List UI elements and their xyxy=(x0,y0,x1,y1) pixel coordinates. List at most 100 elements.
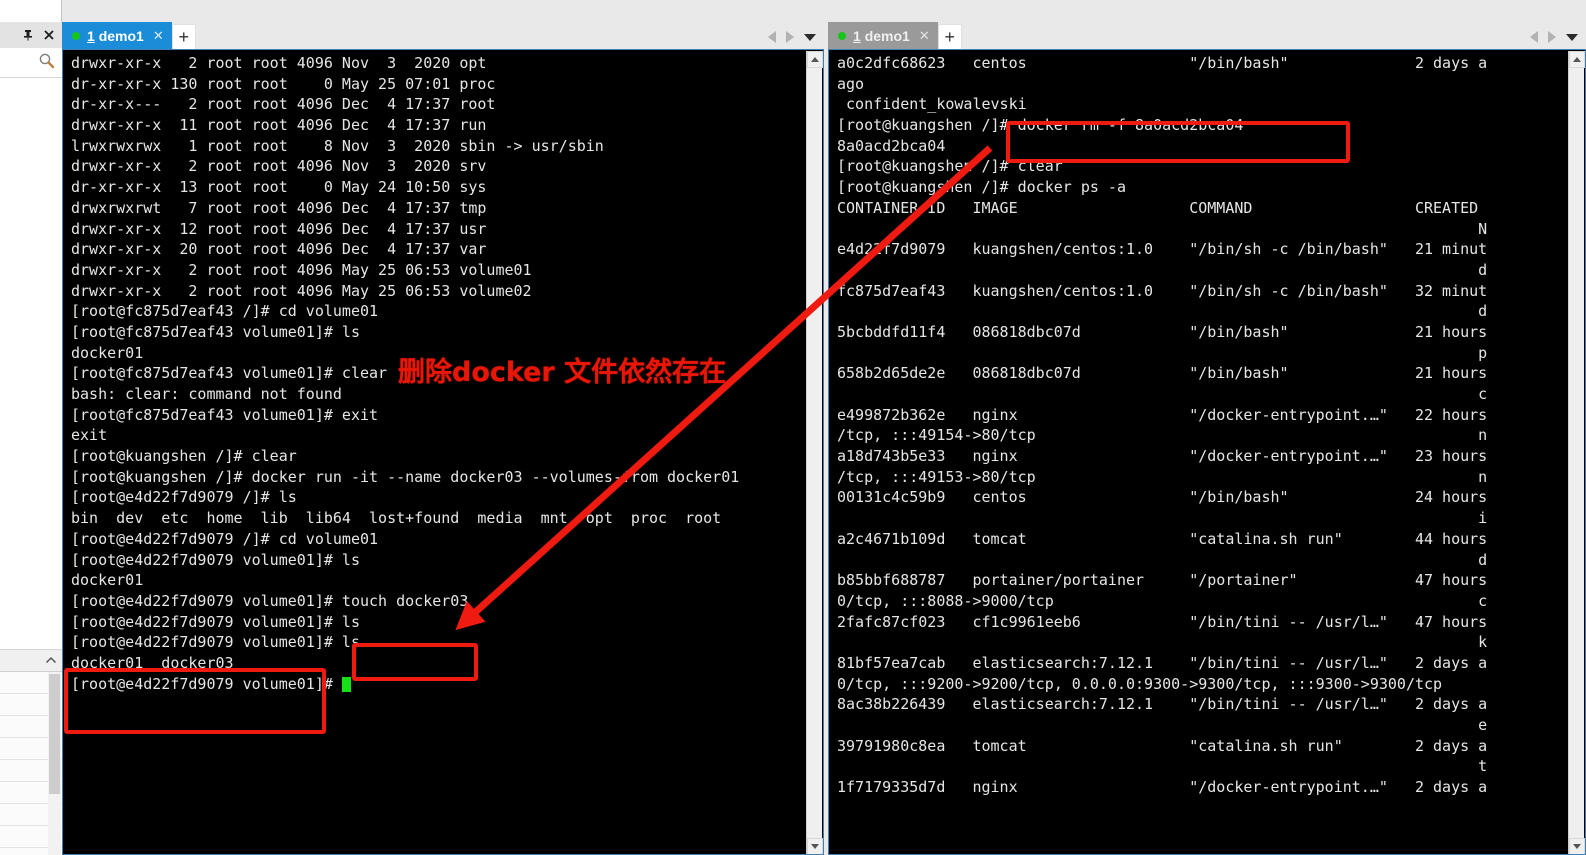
terminal-line: e4d22f7d9079 kuangshen/centos:1.0 "/bin/… xyxy=(837,240,1488,259)
terminal-line: a18d743b5e33 nginx "/docker-entrypoint.…… xyxy=(837,447,1488,466)
terminal-line: fc875d7eaf43 kuangshen/centos:1.0 "/bin/… xyxy=(837,281,1488,300)
close-icon[interactable] xyxy=(42,28,56,42)
tabstrip-left: 1 demo1 ✕ + xyxy=(62,22,824,49)
chevron-down-icon[interactable] xyxy=(804,33,816,41)
terminal-line: 1f7179335d7d nginx "/docker-entrypoint.…… xyxy=(837,778,1488,797)
search-icon[interactable] xyxy=(38,52,55,74)
new-tab-button[interactable]: + xyxy=(937,24,962,49)
terminal-line: a2c4671b109d tomcat "catalina.sh run" 44… xyxy=(837,529,1488,548)
rail-header xyxy=(0,22,62,48)
terminal-line: 81bf57ea7cab elasticsearch:7.12.1 "/bin/… xyxy=(837,653,1488,672)
rail-list-header[interactable] xyxy=(0,650,62,672)
terminal-line: dr-xr-x--- 2 root root 4096 Dec 4 17:37 … xyxy=(71,95,496,114)
chevron-down-icon[interactable] xyxy=(807,838,823,854)
terminal-line: d xyxy=(837,260,1488,279)
terminal-line: [root@fc875d7eaf43 volume01]# clear xyxy=(71,364,388,383)
terminal-scrollbar-right[interactable] xyxy=(1568,51,1585,854)
rail-scrollbar[interactable] xyxy=(48,672,61,855)
terminal-line: [root@fc875d7eaf43 /]# cd volume01 xyxy=(71,302,379,321)
terminal-line: drwxr-xr-x 20 root root 4096 Dec 4 17:37… xyxy=(71,240,487,259)
terminal-output-right: a0c2dfc68623 centos "/bin/bash" 2 days a… xyxy=(829,50,1585,854)
terminal-output-left: drwxr-xr-x 2 root root 4096 Nov 3 2020 o… xyxy=(63,50,823,854)
terminal-line: 8ac38b226439 elasticsearch:7.12.1 "/bin/… xyxy=(837,695,1488,714)
terminal-line: 5bcbddfd11f4 086818dbc07d "/bin/bash" 21… xyxy=(837,322,1488,341)
terminal-line: drwxrwxrwt 7 root root 4096 Dec 4 17:37 … xyxy=(71,198,487,217)
tabstrip-right: 1 demo1 ✕ + xyxy=(828,22,1586,49)
terminal-line: [root@e4d22f7d9079 volume01]# touch dock… xyxy=(71,591,469,610)
terminal-line: docker01 xyxy=(71,343,144,362)
terminal-line: docker01 xyxy=(71,571,144,590)
terminal-right[interactable]: a0c2dfc68623 centos "/bin/bash" 2 days a… xyxy=(828,49,1586,855)
terminal-line: e xyxy=(837,716,1488,734)
chevron-up-icon[interactable] xyxy=(1569,51,1585,68)
terminal-line: confident_kowalevski xyxy=(837,95,1027,114)
rail-content-area xyxy=(0,78,62,650)
terminal-line: bin dev etc home lib lib64 lost+found me… xyxy=(71,509,722,528)
terminal-line: c xyxy=(837,385,1488,403)
terminal-line: drwxr-xr-x 11 root root 4096 Dec 4 17:37… xyxy=(71,116,487,135)
triangle-left-icon[interactable] xyxy=(768,31,776,43)
close-icon[interactable]: ✕ xyxy=(153,28,164,44)
triangle-right-icon[interactable] xyxy=(786,31,794,43)
terminal-line: drwxr-xr-x 2 root root 4096 May 25 06:53… xyxy=(71,260,532,279)
terminal-line: 8a0acd2bca04 xyxy=(837,136,946,155)
tab-demo1-right[interactable]: 1 demo1 ✕ xyxy=(828,22,938,49)
terminal-line: dr-xr-xr-x 130 root root 0 May 25 07:01 … xyxy=(71,74,496,93)
terminal-line: [root@e4d22f7d9079 /]# ls xyxy=(71,488,297,507)
rail-search-row[interactable] xyxy=(0,48,62,78)
application-window: 1 demo1 ✕ + drwxr-xr-x 2 root root 4096 … xyxy=(0,0,1586,855)
left-tool-rail xyxy=(0,0,62,855)
terminal-left[interactable]: drwxr-xr-x 2 root root 4096 Nov 3 2020 o… xyxy=(62,49,824,855)
tab-navigation xyxy=(1530,31,1586,49)
terminal-line: bash: clear: command not found xyxy=(71,385,342,403)
terminal-line: a0c2dfc68623 centos "/bin/bash" 2 days a xyxy=(837,54,1488,72)
terminal-line: [root@e4d22f7d9079 volume01]# ls xyxy=(71,633,360,652)
terminal-line: drwxr-xr-x 2 root root 4096 Nov 3 2020 o… xyxy=(71,54,487,72)
new-tab-button[interactable]: + xyxy=(171,24,196,49)
chevron-up-icon[interactable] xyxy=(45,652,57,670)
tab-demo1-left[interactable]: 1 demo1 ✕ xyxy=(62,22,172,49)
terminal-line: N xyxy=(837,219,1488,238)
terminal-line: dr-xr-xr-x 13 root root 0 May 24 10:50 s… xyxy=(71,178,487,197)
terminal-line: i xyxy=(837,509,1488,528)
terminal-line: [root@e4d22f7d9079 volume01]# ls xyxy=(71,612,360,631)
terminal-cursor xyxy=(341,676,351,692)
terminal-line: [root@fc875d7eaf43 volume01]# ls xyxy=(71,322,360,341)
chevron-up-icon[interactable] xyxy=(807,51,823,68)
rail-scrollbar-thumb[interactable] xyxy=(49,674,60,794)
triangle-right-icon[interactable] xyxy=(1548,31,1556,43)
terminal-line: 658b2d65de2e 086818dbc07d "/bin/bash" 21… xyxy=(837,364,1488,383)
terminal-line: [root@kuangshen /]# docker ps -a xyxy=(837,178,1126,197)
terminal-line: CONTAINER ID IMAGE COMMAND CREATED xyxy=(837,198,1479,217)
tab-label: 1 demo1 xyxy=(87,27,144,44)
chevron-down-icon[interactable] xyxy=(1566,33,1578,41)
chevron-down-icon[interactable] xyxy=(1569,838,1585,854)
terminal-line: /tcp, :::49153->80/tcp n xyxy=(837,467,1488,486)
terminal-line: drwxr-xr-x 2 root root 4096 May 25 06:53… xyxy=(71,281,532,300)
terminal-line: 0/tcp, :::9200->9200/tcp, 0.0.0.0:9300->… xyxy=(837,674,1443,693)
terminal-line: [root@kuangshen /]# clear xyxy=(71,447,297,466)
tab-navigation xyxy=(768,31,824,49)
terminal-scrollbar-left[interactable] xyxy=(806,51,823,854)
terminal-line: 2fafc87cf023 cf1c9961eeb6 "/bin/tini -- … xyxy=(837,612,1488,631)
tab-label: 1 demo1 xyxy=(853,27,910,44)
terminal-pane-left: 1 demo1 ✕ + drwxr-xr-x 2 root root 4096 … xyxy=(62,22,824,855)
terminal-line: d xyxy=(837,550,1488,569)
terminal-pane-right: 1 demo1 ✕ + a0c2dfc68623 centos "/bin/ba… xyxy=(828,22,1586,855)
terminal-line: ago xyxy=(837,74,865,93)
terminal-line: 0/tcp, :::8088->9000/tcp c xyxy=(837,591,1488,610)
terminal-line: docker01 docker03 xyxy=(71,653,234,672)
terminal-line: [root@kuangshen /]# docker run -it --nam… xyxy=(71,467,740,486)
terminal-line: e499872b362e nginx "/docker-entrypoint.…… xyxy=(837,405,1488,424)
terminal-line: exit xyxy=(71,426,108,445)
terminal-line: b85bbf688787 portainer/portainer "/porta… xyxy=(837,571,1488,590)
tab-status-dot-icon xyxy=(838,31,846,40)
close-icon[interactable]: ✕ xyxy=(919,28,930,44)
pin-icon[interactable] xyxy=(21,28,35,42)
terminal-line: drwxr-xr-x 12 root root 4096 Dec 4 17:37… xyxy=(71,219,487,238)
triangle-left-icon[interactable] xyxy=(1530,31,1538,43)
tab-status-dot-icon xyxy=(72,31,80,40)
terminal-line: d xyxy=(837,302,1488,321)
terminal-line: p xyxy=(837,343,1488,362)
terminal-line: [root@fc875d7eaf43 volume01]# exit xyxy=(71,405,379,424)
